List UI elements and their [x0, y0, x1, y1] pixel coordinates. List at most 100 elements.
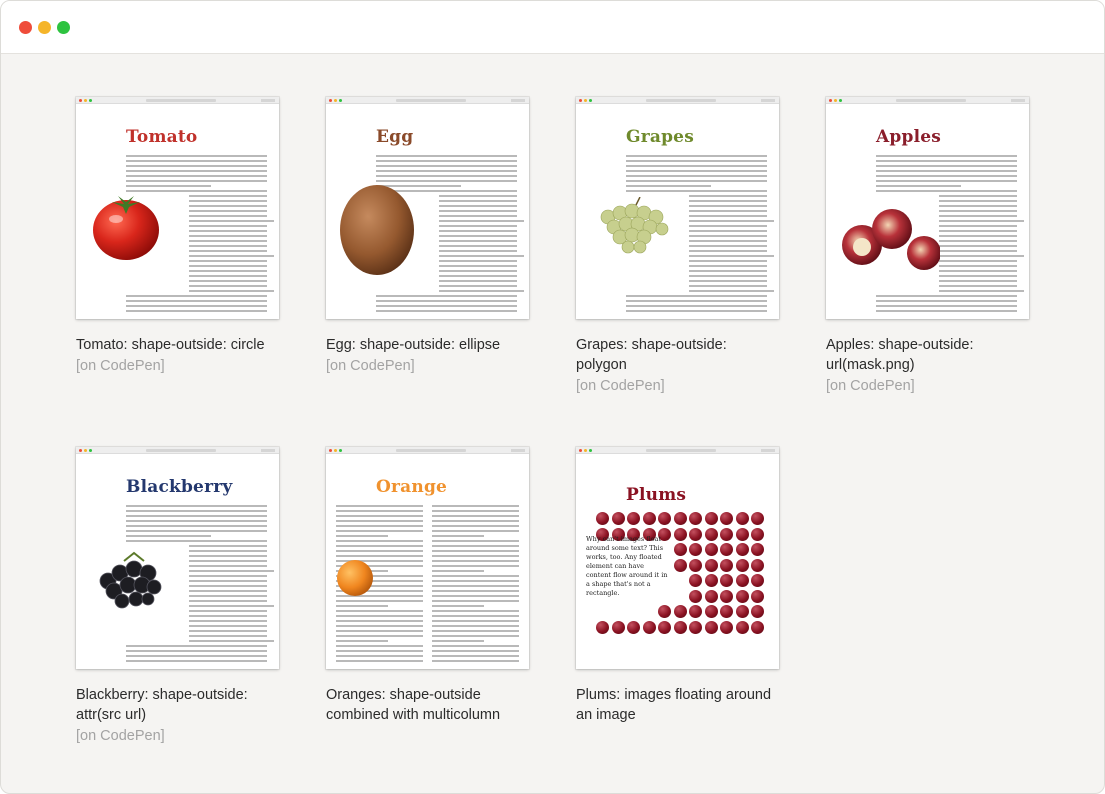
text-line — [336, 610, 423, 612]
text-line — [432, 550, 519, 552]
text-line — [939, 265, 1017, 267]
text-line — [689, 240, 767, 242]
plum-icon — [658, 605, 671, 618]
text-line — [126, 310, 267, 312]
plum-icon — [751, 543, 764, 556]
text-line — [432, 525, 519, 527]
codepen-link[interactable]: [on CodePen] — [76, 358, 279, 374]
plum-icon — [689, 558, 702, 572]
text-line — [939, 240, 1017, 242]
text-line — [626, 305, 767, 307]
thumbnail-apples[interactable]: Apples — [826, 97, 1029, 319]
text-line — [189, 210, 267, 212]
text-line — [336, 635, 423, 637]
text-line — [626, 175, 767, 177]
codepen-link[interactable]: [on CodePen] — [826, 378, 1029, 394]
text-line — [939, 215, 1017, 217]
text-line — [189, 635, 267, 637]
thumbnail-title: Plums — [626, 485, 687, 505]
text-line — [432, 540, 519, 542]
thumbnail-title: Blackberry — [126, 477, 233, 497]
blackberry-icon — [99, 551, 162, 609]
plum-icon — [673, 543, 687, 556]
text-line — [439, 280, 517, 282]
codepen-link[interactable]: [on CodePen] — [326, 358, 529, 374]
text-line — [336, 620, 423, 622]
plum-icon — [704, 589, 718, 603]
thumbnail-egg[interactable]: Egg — [326, 97, 529, 319]
text-line — [626, 190, 767, 192]
plum-icon — [689, 605, 702, 618]
text-line — [432, 505, 519, 507]
zoom-button[interactable] — [57, 21, 70, 34]
text-line — [126, 305, 267, 307]
text-line — [189, 610, 267, 612]
text-line — [189, 580, 267, 582]
text-line — [439, 260, 517, 262]
text-line — [126, 185, 211, 187]
thumbnail-plums[interactable]: Plums Why can't images float around some… — [576, 447, 779, 669]
text-line — [336, 540, 423, 542]
text-line — [439, 240, 517, 242]
text-line — [336, 555, 423, 557]
text-line — [336, 535, 389, 537]
codepen-link[interactable]: [on CodePen] — [76, 728, 279, 744]
text-line — [432, 580, 519, 582]
thumbnail-grapes[interactable]: Grapes — [576, 97, 779, 319]
text-line — [126, 300, 267, 302]
text-line — [689, 260, 767, 262]
text-line — [189, 585, 267, 587]
text-line — [432, 655, 519, 657]
text-line — [189, 235, 267, 237]
text-line — [376, 300, 517, 302]
codepen-link[interactable]: [on CodePen] — [576, 378, 779, 394]
thumbnail-tomato[interactable]: Tomato — [76, 97, 279, 319]
text-line — [432, 650, 519, 652]
text-line — [689, 275, 767, 277]
text-line — [689, 230, 767, 232]
text-line — [126, 170, 267, 172]
example-card-apples: Apples Apples: shape-outside: url(mask.p… — [826, 97, 1029, 394]
plum-icon — [735, 620, 749, 634]
text-line — [939, 220, 1025, 222]
title-bar — [1, 1, 1104, 54]
card-caption: Apples: shape-outside: url(mask.png) — [826, 337, 974, 373]
text-line — [689, 220, 775, 222]
thumbnail-blackberry[interactable]: Blackberry — [76, 447, 279, 669]
text-line — [189, 595, 267, 597]
text-line — [126, 505, 267, 507]
plum-icon — [735, 512, 749, 525]
text-line — [126, 520, 267, 522]
text-line — [689, 235, 767, 237]
grapes-icon — [600, 197, 669, 254]
mini-browser-bar — [576, 447, 779, 454]
text-line — [939, 280, 1017, 282]
text-line — [876, 295, 1017, 297]
text-line — [189, 565, 267, 567]
text-line — [626, 180, 767, 182]
card-caption: Plums: images floating around an image — [576, 687, 772, 723]
text-line — [376, 310, 517, 312]
text-line — [689, 205, 767, 207]
text-line — [336, 640, 389, 642]
tomato-icon — [93, 196, 159, 260]
text-line — [189, 630, 267, 632]
thumbnail-orange[interactable]: Orange — [326, 447, 529, 669]
text-line — [376, 165, 517, 167]
text-line — [189, 570, 275, 572]
plum-icon — [735, 543, 749, 556]
plum-icon — [642, 512, 656, 525]
text-line — [126, 540, 267, 542]
text-line — [189, 260, 267, 262]
text-line — [432, 560, 519, 562]
text-line — [189, 575, 267, 577]
card-caption: Grapes: shape-outside: polygon — [576, 337, 727, 373]
plum-icon — [751, 574, 764, 587]
text-line — [876, 190, 1017, 192]
minimize-button[interactable] — [38, 21, 51, 34]
text-line — [376, 305, 517, 307]
plum-icon — [689, 589, 702, 603]
text-line — [689, 225, 767, 227]
close-button[interactable] — [19, 21, 32, 34]
text-line — [432, 515, 519, 517]
